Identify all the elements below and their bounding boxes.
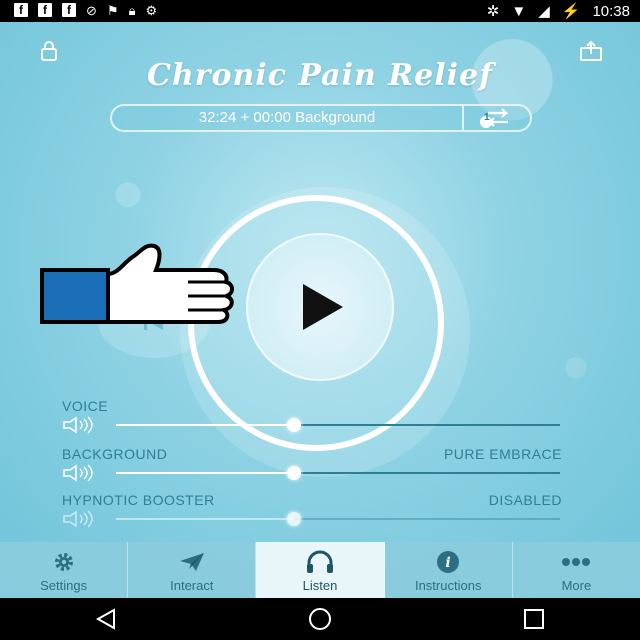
tab-label: Instructions <box>414 578 482 593</box>
notification-icon: ⚑ <box>106 3 119 18</box>
speaker-icon <box>62 416 96 434</box>
tab-settings[interactable]: Settings <box>0 542 129 598</box>
thumbs-up-icon <box>38 242 248 332</box>
play-icon <box>303 284 343 330</box>
status-time: 10:38 <box>592 2 630 20</box>
bluetooth-icon: ✲ <box>486 3 500 20</box>
repeat-button[interactable]: 1 <box>470 108 522 128</box>
hypnotic-booster-value[interactable]: DISABLED <box>489 492 562 508</box>
tab-interact[interactable]: Interact <box>128 542 257 598</box>
voice-label: VOICE <box>62 398 109 414</box>
facebook-icon: f <box>38 3 52 17</box>
tab-bar: Settings Interact Listen i Instructions … <box>0 542 640 598</box>
recents-icon[interactable] <box>522 607 546 631</box>
tab-label: Settings <box>40 578 88 593</box>
facebook-icon: f <box>14 3 28 17</box>
facebook-icon: f <box>62 3 76 17</box>
tab-listen[interactable]: Listen <box>256 542 385 598</box>
send-icon <box>179 553 204 571</box>
slider-knob[interactable] <box>286 418 301 432</box>
background-value[interactable]: PURE EMBRACE <box>444 446 562 462</box>
play-button[interactable] <box>246 233 394 381</box>
lock-icon: 🔒︎ <box>128 3 136 18</box>
tab-instructions[interactable]: i Instructions <box>385 542 513 598</box>
voice-slider[interactable] <box>116 418 560 432</box>
slider-knob[interactable] <box>286 512 301 526</box>
hypnotic-booster-label: HYPNOTIC BOOSTER <box>62 492 215 508</box>
home-icon[interactable] <box>307 606 333 632</box>
info-icon: i <box>437 551 460 573</box>
slider-knob[interactable] <box>286 466 301 480</box>
session-duration-bar[interactable]: 32:24 + 00:00 Background 1 <box>110 104 532 132</box>
repeat-count: 1 <box>484 112 490 123</box>
background-label: BACKGROUND <box>62 446 168 462</box>
background-slider[interactable] <box>116 466 560 480</box>
page-title: Chronic Pain Relief <box>146 58 494 93</box>
svg-text:i: i <box>446 555 451 571</box>
no-signal-icon: ◢ <box>538 3 550 20</box>
tab-label: Interact <box>170 578 214 593</box>
gear-icon <box>54 553 73 571</box>
battery-charging-icon: ⚡ <box>561 3 581 20</box>
tab-label: More <box>561 578 592 593</box>
block-icon: ⊘ <box>86 3 97 18</box>
hypnotic-booster-slider[interactable] <box>116 512 560 526</box>
divider <box>462 106 464 130</box>
tab-label: Listen <box>302 578 338 593</box>
speaker-icon <box>62 510 96 528</box>
app-screen: Chronic Pain Relief 32:24 + 00:00 Backgr… <box>0 22 640 598</box>
speaker-icon <box>62 464 96 482</box>
more-icon <box>562 558 591 566</box>
wifi-icon: ▼ <box>511 2 527 20</box>
system-nav-bar <box>0 598 640 640</box>
back-icon[interactable] <box>94 608 118 630</box>
tab-more[interactable]: More <box>513 542 640 598</box>
headphones-icon <box>307 550 333 573</box>
android-icon: ⚙ <box>145 3 158 18</box>
status-bar: f f f ⊘ ⚑ 🔒︎ ⚙ ✲ ▼ ◢ ⚡ 10:38 <box>0 0 640 22</box>
session-duration-text: 32:24 + 00:00 Background <box>198 109 376 126</box>
